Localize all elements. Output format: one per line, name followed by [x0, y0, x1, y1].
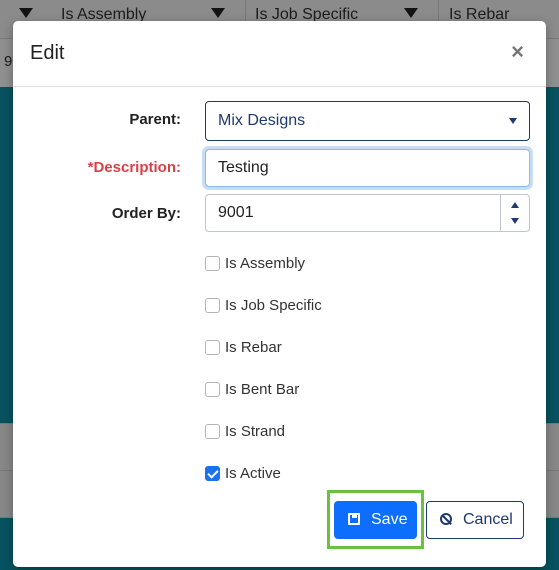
checkbox[interactable] [205, 424, 220, 439]
checkbox-label: Is Job Specific [225, 297, 322, 314]
checkbox[interactable] [205, 382, 220, 397]
description-label: *Description: [87, 159, 181, 176]
checkbox-label: Is Rebar [225, 339, 282, 356]
checkbox[interactable] [205, 340, 220, 355]
dialog-title: Edit [30, 42, 65, 64]
edit-dialog: Edit × Parent: Mix Designs *Description:… [13, 21, 546, 567]
ban-icon [440, 513, 452, 525]
description-input[interactable]: Testing [205, 149, 530, 187]
description-value: Testing [218, 159, 269, 176]
parent-label: Parent: [129, 111, 181, 128]
cancel-button-label: Cancel [463, 511, 513, 528]
checkbox-label: Is Strand [225, 423, 286, 440]
checkbox[interactable] [205, 256, 220, 271]
dialog-header: Edit × [13, 21, 546, 87]
decrement-icon[interactable] [511, 218, 519, 224]
parent-select-value: Mix Designs [218, 112, 306, 129]
order-by-label: Order By: [111, 205, 181, 222]
parent-select[interactable]: Mix Designs [205, 101, 530, 141]
order-by-input[interactable]: 9001 [205, 194, 530, 232]
number-spinner[interactable] [500, 195, 529, 231]
caret-down-icon [509, 118, 517, 124]
checkbox-label: Is Assembly [225, 255, 306, 272]
save-button-label: Save [371, 511, 408, 528]
close-button[interactable]: × [511, 40, 524, 64]
increment-icon[interactable] [511, 202, 519, 208]
checkbox-label: Is Bent Bar [225, 381, 300, 398]
cancel-button[interactable]: Cancel [426, 501, 524, 539]
order-by-value: 9001 [218, 204, 254, 221]
checkbox[interactable] [205, 298, 220, 313]
floppy-disk-icon [348, 513, 360, 525]
save-button[interactable]: Save [334, 501, 417, 539]
checkbox-label: Is Active [225, 465, 281, 482]
checkbox[interactable] [205, 466, 220, 481]
